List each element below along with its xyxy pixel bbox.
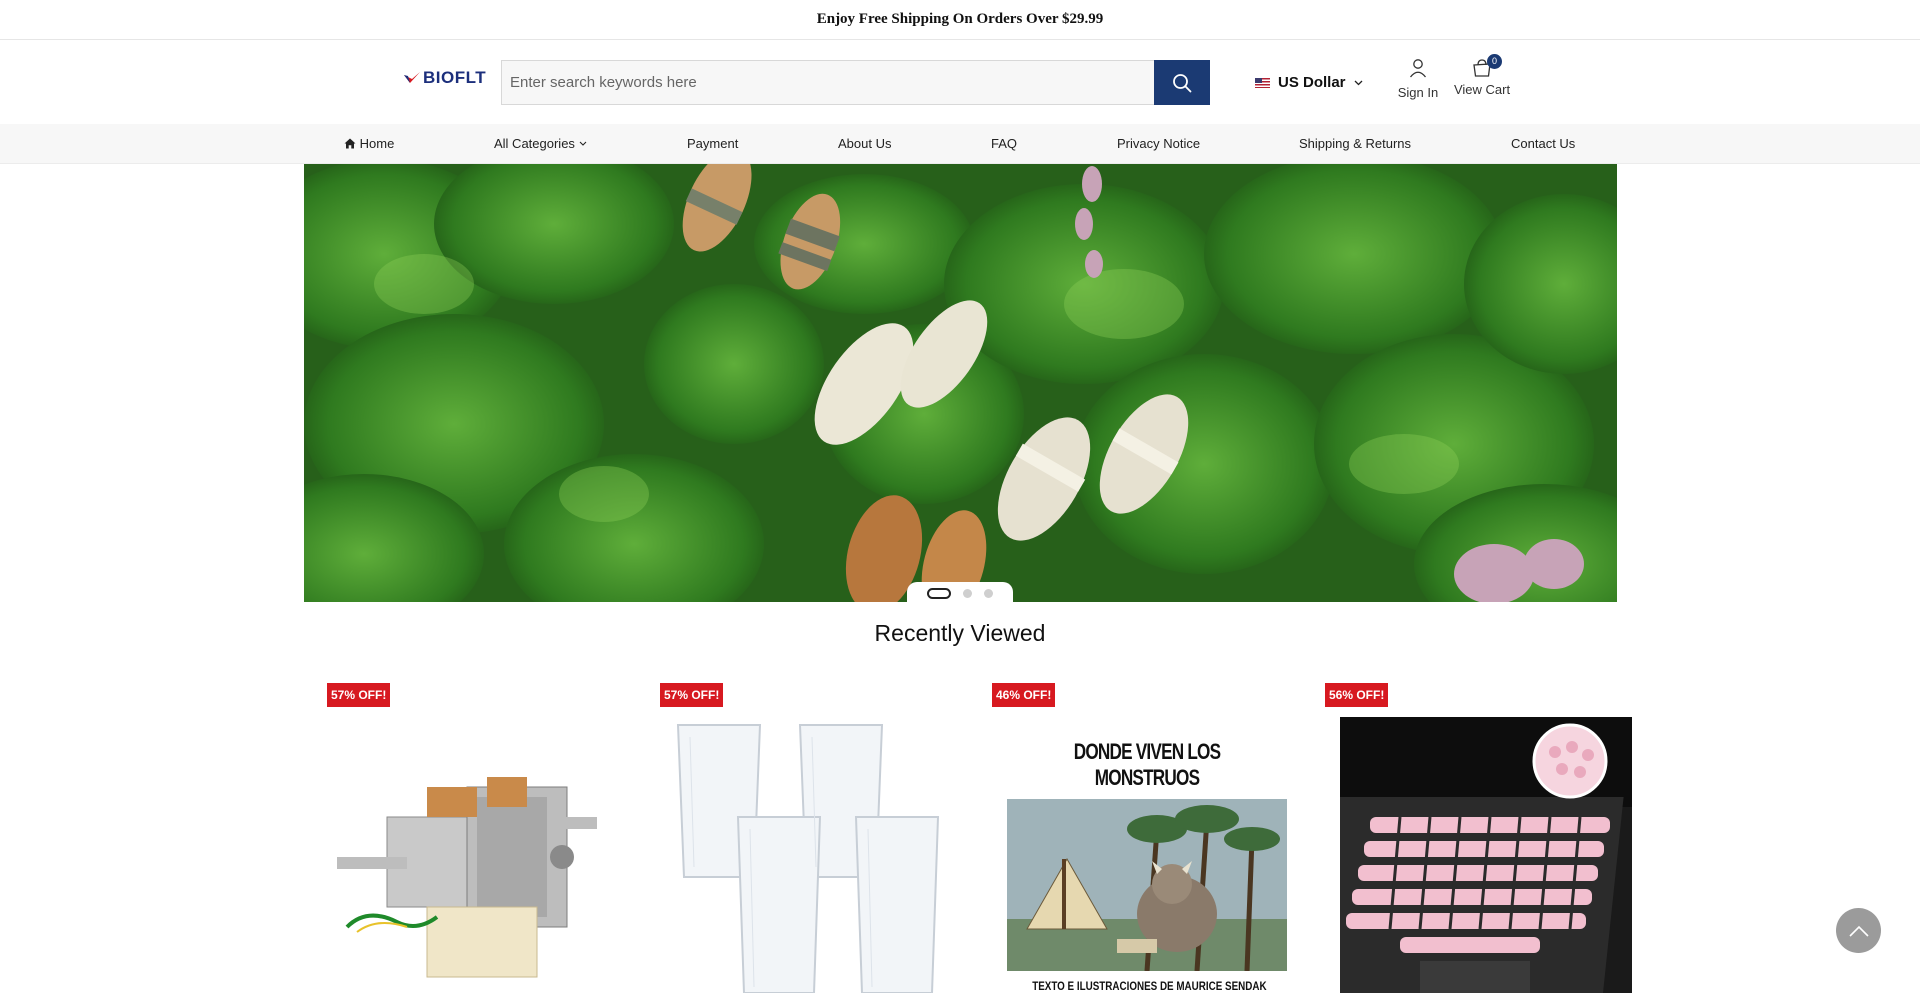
nav-faq[interactable]: FAQ <box>991 124 1017 164</box>
search-icon <box>1173 73 1192 92</box>
carousel-dot-1[interactable] <box>927 587 951 599</box>
hero-banner[interactable] <box>304 164 1617 602</box>
search-button[interactable] <box>1154 60 1210 105</box>
currency-selector[interactable]: US Dollar <box>1255 74 1363 91</box>
logo-swoosh-icon <box>404 72 420 83</box>
book-cover-title: DONDE VIVEN LOS MONSTRUOS <box>1073 739 1221 790</box>
view-cart-label: View Cart <box>1453 82 1511 97</box>
product-card[interactable]: 57% OFF! <box>327 683 627 993</box>
nav-shipping-returns[interactable]: Shipping & Returns <box>1299 124 1411 164</box>
chevron-down-icon <box>579 141 586 146</box>
user-icon <box>1409 59 1427 78</box>
currency-label: US Dollar <box>1278 74 1346 91</box>
us-flag-icon <box>1255 77 1270 88</box>
search-input[interactable] <box>501 60 1154 105</box>
product-image-fan-motor <box>337 777 597 978</box>
cart-count-badge: 0 <box>1487 54 1502 69</box>
nav-all-categories[interactable]: All Categories <box>494 124 587 164</box>
nav-about-us[interactable]: About Us <box>838 124 891 164</box>
book-cover-subtitle: TEXTO E ILUSTRACIONES DE MAURICE SENDAK <box>1032 979 1267 993</box>
site-logo[interactable]: BIOFLT <box>403 68 486 88</box>
sign-in-label: Sign In <box>1397 85 1439 100</box>
product-card[interactable]: 56% OFF! <box>1325 683 1632 993</box>
chevron-up-icon <box>1848 925 1869 937</box>
recently-viewed-title: Recently Viewed <box>874 620 1046 646</box>
main-nav: Home All Categories Payment About Us FAQ… <box>0 124 1920 164</box>
banner-image <box>304 164 1617 602</box>
nav-home[interactable]: Home <box>344 124 394 164</box>
view-cart-link[interactable]: 0 View Cart <box>1451 54 1513 97</box>
discount-badge: 56% OFF! <box>1325 683 1389 707</box>
chevron-down-icon <box>1354 80 1362 85</box>
product-image-book-cover: DONDE VIVEN LOS MONSTRUOS TEXTO E ILUSTR… <box>1007 717 1287 993</box>
nav-privacy-notice[interactable]: Privacy Notice <box>1117 124 1200 164</box>
carousel-dot-3[interactable] <box>984 588 993 598</box>
nav-contact-us[interactable]: Contact Us <box>1511 124 1575 164</box>
sign-in-link[interactable]: Sign In <box>1393 58 1443 100</box>
carousel-dots <box>907 582 1013 604</box>
discount-badge: 57% OFF! <box>660 683 724 707</box>
announcement-bar: Enjoy Free Shipping On Orders Over $29.9… <box>0 0 1920 40</box>
product-card[interactable]: 57% OFF! <box>660 683 960 993</box>
site-header: BIOFLT US Dollar Sign In 0 <box>0 40 1920 124</box>
book-illustration <box>1007 799 1287 971</box>
logo-text: BIOFLT <box>423 68 487 87</box>
nav-payment[interactable]: Payment <box>687 124 738 164</box>
home-icon <box>344 138 356 149</box>
product-image-tumblers <box>676 724 940 993</box>
discount-badge: 57% OFF! <box>327 683 391 707</box>
search-bar <box>501 60 1210 105</box>
product-image-keyboard-cover <box>1340 717 1632 993</box>
discount-badge: 46% OFF! <box>992 683 1056 707</box>
back-to-top-button[interactable] <box>1836 908 1881 953</box>
product-card[interactable]: 46% OFF! DONDE VIVEN LOS MONSTRUOS TEXTO <box>992 683 1292 993</box>
carousel-dot-2[interactable] <box>963 588 972 598</box>
announcement-text: Enjoy Free Shipping On Orders Over $29.9… <box>816 11 1104 27</box>
